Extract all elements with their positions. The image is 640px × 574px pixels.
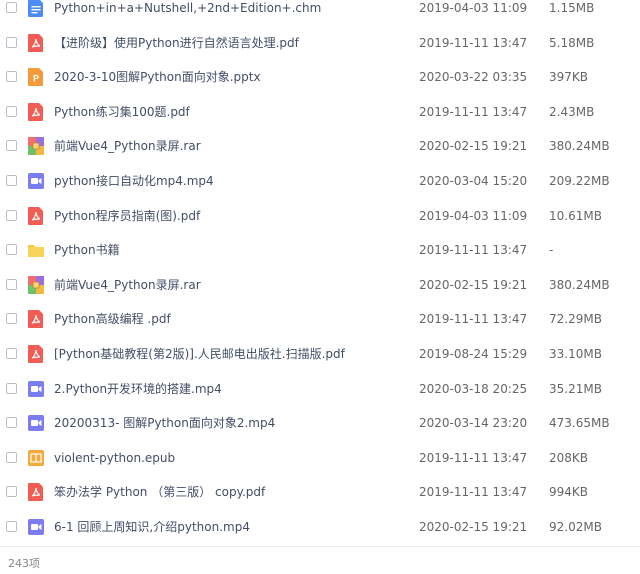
doc-icon xyxy=(28,0,44,17)
row-checkbox[interactable] xyxy=(6,105,17,117)
folder-icon xyxy=(28,241,44,259)
pdf-icon xyxy=(28,310,44,329)
row-checkbox[interactable] xyxy=(6,209,17,221)
file-date: 2020-02-15 19:21 xyxy=(419,277,528,292)
pdf-icon xyxy=(28,33,44,52)
file-date: 2019-11-11 13:47 xyxy=(419,104,528,119)
file-name[interactable]: violent-python.epub xyxy=(54,450,175,466)
file-date: 2020-02-15 19:21 xyxy=(419,139,528,154)
file-size: 208KB xyxy=(549,450,589,465)
file-date: 2019-11-11 13:47 xyxy=(419,485,528,500)
ppt-icon: P xyxy=(28,68,44,87)
file-size: 397KB xyxy=(549,70,589,85)
epub-icon xyxy=(28,449,44,467)
file-row[interactable]: python接口自动化mp4.mp4 2020-03-04 15:20 209.22… xyxy=(0,167,640,197)
footer-divider xyxy=(0,546,640,547)
file-date: 2019-08-24 15:29 xyxy=(419,347,528,361)
file-date: 2019-11-11 13:47 xyxy=(419,312,528,327)
file-name[interactable]: Python+in+a+Nutshell,+2nd+Edition+.chm xyxy=(54,0,321,16)
file-name[interactable]: python接口自动化mp4.mp4 xyxy=(54,173,214,189)
file-row[interactable]: Python书籍 2019-11-11 13:47 - xyxy=(0,236,640,266)
pdf-icon xyxy=(28,345,44,363)
row-checkbox[interactable] xyxy=(6,348,17,359)
pdf-icon xyxy=(28,206,44,225)
file-date: 2019-11-11 13:47 xyxy=(419,450,528,465)
file-name[interactable]: [Python基础教程(第2版)].人民邮电出版社.扫描版.pdf xyxy=(54,346,345,362)
row-checkbox[interactable] xyxy=(6,36,17,48)
file-name[interactable]: Python书籍 xyxy=(54,242,120,258)
file-size: 2.43MB xyxy=(549,104,595,119)
file-date: 2019-04-03 11:09 xyxy=(419,1,528,15)
file-date: 2020-03-22 03:35 xyxy=(419,70,528,85)
file-name[interactable]: 20200313- 图解Python面向对象2.mp4 xyxy=(54,415,275,431)
file-row[interactable]: Python程序员指南(图).pdf 2019-04-03 11:09 10.61M… xyxy=(0,202,640,232)
file-row[interactable]: Python+in+a+Nutshell,+2nd+Edition+.chm 20… xyxy=(0,0,640,24)
file-date: 2020-02-15 19:21 xyxy=(419,520,528,534)
row-checkbox[interactable] xyxy=(6,244,17,256)
item-count: 243项 xyxy=(8,557,40,570)
file-name[interactable]: 【进阶级】使用Python进行自然语言处理.pdf xyxy=(54,35,299,51)
file-size: - xyxy=(549,243,554,258)
file-row[interactable]: 前端Vue4_Python录屏.rar 2020-02-15 19:21 380.2… xyxy=(0,132,640,162)
file-row[interactable]: [Python基础教程(第2版)].人民邮电出版社.扫描版.pdf 2019-08… xyxy=(0,340,640,370)
row-checkbox[interactable] xyxy=(6,417,17,429)
video-icon xyxy=(28,380,44,398)
file-name[interactable]: 笨办法学 Python （第三版） copy.pdf xyxy=(54,484,265,500)
file-size: 72.29MB xyxy=(549,312,602,327)
file-row[interactable]: 20200313- 图解Python面向对象2.mp4 2020-03-14 23… xyxy=(0,409,640,439)
video-icon xyxy=(28,414,44,432)
pdf-icon xyxy=(28,102,44,121)
file-row[interactable]: 【进阶级】使用Python进行自然语言处理.pdf 2019-11-11 13:4… xyxy=(0,29,640,59)
file-size: 1.15MB xyxy=(549,1,595,15)
file-row[interactable]: Python高级编程 .pdf 2019-11-11 13:47 72.29MB xyxy=(0,305,640,335)
file-size: 380.24MB xyxy=(549,139,610,154)
row-checkbox[interactable] xyxy=(6,382,17,394)
rar-icon xyxy=(28,137,44,156)
pdf-icon xyxy=(28,483,44,502)
file-name[interactable]: 前端Vue4_Python录屏.rar xyxy=(54,138,201,154)
file-size: 994KB xyxy=(549,485,589,500)
file-row[interactable]: Python练习集100题.pdf 2019-11-11 13:47 2.43MB xyxy=(0,98,640,128)
rar-icon xyxy=(28,275,44,294)
file-row[interactable]: 笨办法学 Python （第三版） copy.pdf 2019-11-11 13:… xyxy=(0,478,640,508)
file-name[interactable]: Python程序员指南(图).pdf xyxy=(54,208,200,224)
file-size: 5.18MB xyxy=(549,35,595,50)
file-row[interactable]: violent-python.epub 2019-11-11 13:47 208KB xyxy=(0,444,640,474)
file-size: 33.10MB xyxy=(549,347,602,361)
file-date: 2019-11-11 13:47 xyxy=(419,243,528,258)
row-checkbox[interactable] xyxy=(6,140,17,152)
row-checkbox[interactable] xyxy=(6,521,17,532)
file-row[interactable]: 6-1 回顾上周知识,介绍python.mp4 2020-02-15 19:21 9… xyxy=(0,513,640,543)
file-size: 92.02MB xyxy=(549,520,602,534)
file-row[interactable]: 2.Python开发环境的搭建.mp4 2020-03-18 20:25 35.21… xyxy=(0,375,640,405)
video-icon xyxy=(28,518,44,536)
file-date: 2019-11-11 13:47 xyxy=(419,35,528,50)
file-row[interactable]: 前端Vue4_Python录屏.rar 2020-02-15 19:21 380.2… xyxy=(0,271,640,301)
file-name[interactable]: 6-1 回顾上周知识,介绍python.mp4 xyxy=(54,519,250,535)
file-name[interactable]: 2.Python开发环境的搭建.mp4 xyxy=(54,381,222,397)
svg-text:P: P xyxy=(33,74,39,84)
file-date: 2020-03-14 23:20 xyxy=(419,416,528,431)
file-size: 380.24MB xyxy=(549,277,610,292)
row-checkbox[interactable] xyxy=(6,71,17,83)
row-checkbox[interactable] xyxy=(6,486,17,498)
file-date: 2019-04-03 11:09 xyxy=(419,208,528,223)
row-checkbox[interactable] xyxy=(6,2,17,13)
file-date: 2020-03-04 15:20 xyxy=(419,174,528,188)
file-size: 473.65MB xyxy=(549,416,610,431)
file-name[interactable]: 2020-3-10图解Python面向对象.pptx xyxy=(54,69,261,85)
file-row[interactable]: P 2020-3-10图解Python面向对象.pptx 2020-03-22 03… xyxy=(0,63,640,93)
file-size: 35.21MB xyxy=(549,381,602,396)
file-name[interactable]: 前端Vue4_Python录屏.rar xyxy=(54,277,201,293)
file-name[interactable]: Python高级编程 .pdf xyxy=(54,311,171,327)
file-size: 209.22MB xyxy=(549,174,610,188)
file-size: 10.61MB xyxy=(549,208,602,223)
row-checkbox[interactable] xyxy=(6,175,17,186)
row-checkbox[interactable] xyxy=(6,313,17,325)
row-checkbox[interactable] xyxy=(6,451,17,463)
row-checkbox[interactable] xyxy=(6,278,17,290)
file-name[interactable]: Python练习集100题.pdf xyxy=(54,104,190,120)
video-icon xyxy=(28,172,44,190)
file-date: 2020-03-18 20:25 xyxy=(419,381,528,396)
